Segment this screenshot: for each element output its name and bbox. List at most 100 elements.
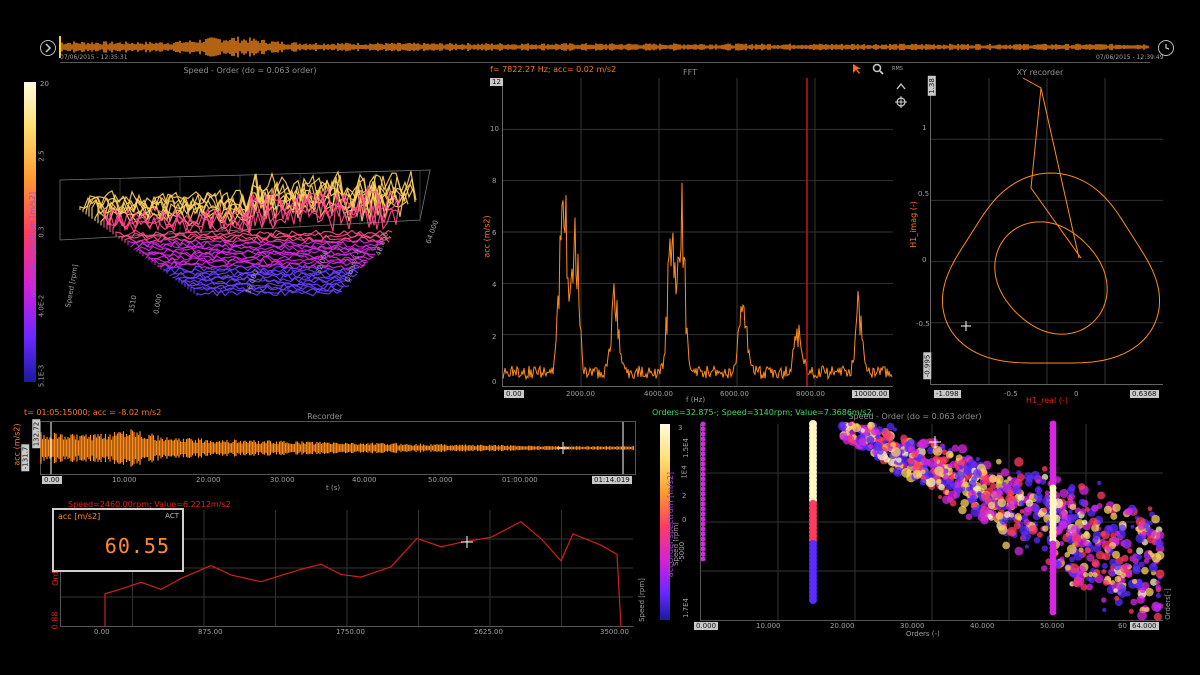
magnifier-icon[interactable] bbox=[872, 63, 884, 75]
panel3d-title: Speed - Order (do = 0.063 order) bbox=[183, 66, 317, 75]
campbell-point bbox=[995, 458, 1002, 465]
recorder-plot-area[interactable] bbox=[40, 421, 636, 475]
campbell-ytick-4: 0 bbox=[682, 516, 687, 524]
campbell-ytick-0: 3 bbox=[678, 424, 683, 432]
campbell-point bbox=[877, 448, 884, 455]
campbell-vertical-band bbox=[700, 471, 706, 477]
xy-xmin-box[interactable]: -1.098 bbox=[934, 390, 961, 398]
chevron-up-icon[interactable] bbox=[896, 82, 906, 90]
campbell-point bbox=[958, 464, 963, 470]
play-button[interactable] bbox=[40, 40, 56, 56]
xy-ymax-box[interactable]: 1.38 bbox=[927, 76, 936, 96]
campbell-xmin-box[interactable]: 0.000 bbox=[694, 622, 719, 630]
campbell-point bbox=[1003, 511, 1011, 518]
fft-ymax-box[interactable]: 12 bbox=[490, 78, 503, 86]
campbell-point bbox=[1019, 525, 1030, 536]
xy-xmax-box[interactable]: 0.6368 bbox=[1130, 390, 1159, 398]
xy-title: XY recorder bbox=[1016, 68, 1064, 77]
meter-value: 60.55 bbox=[104, 534, 170, 558]
timeline-end: 07/06/2015 - 12:39:49 bbox=[1096, 54, 1164, 61]
fft-xmin-box[interactable]: 0.00 bbox=[504, 390, 524, 398]
fft-spectrum bbox=[502, 78, 893, 386]
campbell-vertical-band bbox=[700, 501, 706, 507]
campbell-point bbox=[1022, 506, 1032, 516]
campbell-point bbox=[1101, 562, 1108, 569]
fft-plot-area[interactable] bbox=[502, 78, 893, 387]
campbell-point bbox=[1067, 494, 1073, 501]
campbell-ylabel: Speed (rpm) bbox=[671, 522, 680, 566]
campbell-point bbox=[1155, 592, 1162, 599]
campbell-vertical-band bbox=[700, 521, 706, 527]
campbell-point bbox=[938, 483, 945, 491]
campbell-vertical-band bbox=[700, 436, 706, 442]
campbell-point bbox=[1070, 524, 1081, 535]
xy-plot-area[interactable] bbox=[930, 77, 1163, 385]
crosshair-icon[interactable] bbox=[895, 96, 907, 108]
recorder-ymin-box[interactable]: -131.7 bbox=[21, 444, 30, 472]
campbell-point bbox=[1143, 558, 1150, 564]
fft-xmax-box[interactable]: 10000.00 bbox=[852, 390, 890, 398]
campbell-point bbox=[1112, 503, 1121, 512]
campbell-vertical-band bbox=[700, 511, 706, 517]
xy-ytick-0: 1 bbox=[922, 124, 927, 132]
campbell-point bbox=[1091, 559, 1100, 568]
pointer-arrow-icon[interactable] bbox=[852, 63, 862, 75]
campbell-point bbox=[912, 469, 923, 480]
campbell-point bbox=[1110, 512, 1118, 520]
campbell-xmax-box[interactable]: 64.000 bbox=[1130, 622, 1159, 630]
campbell-point bbox=[1066, 528, 1071, 534]
campbell-ytick-2: 1E4 bbox=[680, 465, 689, 479]
fft-ytick-2: 4 bbox=[492, 281, 497, 289]
value-meter[interactable]: acc [m/s2] ACT 60.55 bbox=[52, 508, 184, 572]
fft-ytick-5: 10 bbox=[490, 125, 499, 133]
campbell-point bbox=[1155, 551, 1165, 560]
fft-trace bbox=[502, 182, 893, 381]
clock-button[interactable] bbox=[1158, 40, 1174, 56]
order-xtick-0: 0.00 bbox=[94, 628, 110, 636]
rms-button[interactable]: RMS bbox=[892, 66, 903, 72]
campbell-point bbox=[1042, 525, 1049, 532]
campbell-point bbox=[1017, 494, 1025, 502]
xy-inner-loop bbox=[994, 221, 1108, 335]
recorder-xtick-1: 20.000 bbox=[196, 476, 221, 484]
timeline-overview[interactable] bbox=[59, 36, 1150, 63]
campbell-point bbox=[1019, 509, 1025, 514]
campbell-point bbox=[867, 443, 874, 449]
campbell-point bbox=[1007, 476, 1012, 481]
recorder-ymax-box[interactable]: 132.72 bbox=[32, 419, 41, 449]
meter-mode: ACT bbox=[165, 512, 179, 520]
campbell-point bbox=[1080, 508, 1087, 515]
campbell-point bbox=[1088, 541, 1093, 546]
recorder-waveform bbox=[40, 422, 635, 474]
campbell-point bbox=[1013, 522, 1021, 530]
recorder-ylabel: acc (m/s2) bbox=[12, 423, 22, 466]
colorbar-tick-1: 2.5 bbox=[37, 150, 46, 162]
campbell-point bbox=[1135, 533, 1145, 544]
recorder-xmin-box[interactable]: 0.00 bbox=[42, 476, 62, 484]
campbell-point bbox=[1084, 547, 1091, 554]
campbell-point bbox=[945, 450, 954, 459]
xy-tail bbox=[1022, 77, 1082, 259]
campbell-point bbox=[954, 470, 965, 481]
campbell-vertical-band bbox=[700, 496, 706, 502]
campbell-point bbox=[907, 457, 915, 465]
campbell-point bbox=[1128, 608, 1134, 614]
recorder-xmax-box[interactable]: 01:14.019 bbox=[592, 476, 632, 484]
campbell-point bbox=[886, 443, 891, 448]
campbell-point bbox=[947, 463, 953, 469]
campbell-plot-area[interactable] bbox=[700, 420, 1165, 621]
campbell-point bbox=[1153, 612, 1162, 621]
campbell-point bbox=[1155, 584, 1162, 591]
campbell-point bbox=[1089, 517, 1098, 527]
xy-ymin-box[interactable]: -0.995 bbox=[923, 352, 932, 380]
campbell-vertical-band bbox=[700, 466, 706, 472]
campbell-point bbox=[1041, 565, 1048, 572]
campbell-point bbox=[976, 491, 982, 497]
campbell-point bbox=[1040, 478, 1047, 485]
campbell-point bbox=[1058, 520, 1068, 530]
campbell-point bbox=[1036, 485, 1041, 491]
campbell-point bbox=[842, 424, 847, 430]
campbell-point bbox=[958, 505, 967, 515]
campbell-point bbox=[973, 469, 982, 478]
xy-xtick-1: 0 bbox=[1074, 390, 1079, 398]
